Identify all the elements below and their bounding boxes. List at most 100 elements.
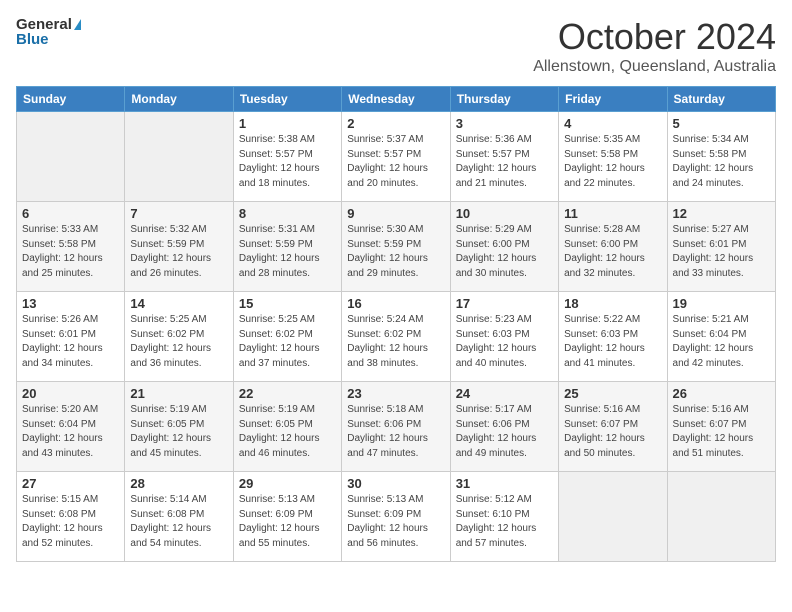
calendar-cell: 8 Sunrise: 5:31 AM Sunset: 5:59 PM Daylig… (233, 202, 341, 292)
calendar-cell: 2 Sunrise: 5:37 AM Sunset: 5:57 PM Daylig… (342, 112, 450, 202)
calendar-cell (125, 112, 233, 202)
day-info: Sunrise: 5:25 AM Sunset: 6:02 PM Dayligh… (239, 313, 336, 371)
calendar-cell: 13 Sunrise: 5:26 AM Sunset: 6:01 PM Dayli… (17, 292, 125, 382)
calendar-cell: 27Sunrise: 5:15 AM Sunset: 6:08 PM Dayli… (17, 472, 125, 562)
calendar-cell: 30Sunrise: 5:13 AM Sunset: 6:09 PM Dayli… (342, 472, 450, 562)
calendar-cell: 9 Sunrise: 5:30 AM Sunset: 5:59 PM Daylig… (342, 202, 450, 292)
day-info: Sunrise: 5:28 AM Sunset: 6:00 PM Dayligh… (564, 223, 661, 281)
day-info: Sunrise: 5:16 AM Sunset: 6:07 PM Dayligh… (673, 403, 770, 461)
day-number: 5 (673, 116, 770, 131)
day-number: 15 (239, 296, 336, 311)
day-number: 24 (456, 386, 553, 401)
day-number: 25 (564, 386, 661, 401)
day-number: 17 (456, 296, 553, 311)
calendar-cell: 22 Sunrise: 5:19 AM Sunset: 6:05 PM Dayli… (233, 382, 341, 472)
day-number: 19 (673, 296, 770, 311)
day-number: 12 (673, 206, 770, 221)
day-info: Sunrise: 5:20 AM Sunset: 6:04 PM Dayligh… (22, 403, 119, 461)
day-number: 28 (130, 476, 227, 491)
logo: General Blue (16, 16, 81, 48)
month-title: October 2024 (533, 16, 776, 58)
calendar-cell: 4 Sunrise: 5:35 AM Sunset: 5:58 PM Daylig… (559, 112, 667, 202)
calendar-cell: 5 Sunrise: 5:34 AM Sunset: 5:58 PM Daylig… (667, 112, 775, 202)
day-info: Sunrise: 5:38 AM Sunset: 5:57 PM Dayligh… (239, 133, 336, 191)
day-number: 21 (130, 386, 227, 401)
day-info: Sunrise: 5:25 AM Sunset: 6:02 PM Dayligh… (130, 313, 227, 371)
day-info: Sunrise: 5:37 AM Sunset: 5:57 PM Dayligh… (347, 133, 444, 191)
calendar-cell: 17 Sunrise: 5:23 AM Sunset: 6:03 PM Dayli… (450, 292, 558, 382)
header-friday: Friday (559, 87, 667, 112)
day-info: Sunrise: 5:24 AM Sunset: 6:02 PM Dayligh… (347, 313, 444, 371)
calendar-cell: 12 Sunrise: 5:27 AM Sunset: 6:01 PM Dayli… (667, 202, 775, 292)
calendar-cell: 7Sunrise: 5:32 AM Sunset: 5:59 PM Daylig… (125, 202, 233, 292)
day-number: 14 (130, 296, 227, 311)
header-thursday: Thursday (450, 87, 558, 112)
calendar-cell: 24 Sunrise: 5:17 AM Sunset: 6:06 PM Dayli… (450, 382, 558, 472)
calendar-header-row: SundayMondayTuesdayWednesdayThursdayFrid… (17, 87, 776, 112)
day-info: Sunrise: 5:13 AM Sunset: 6:09 PM Dayligh… (239, 493, 336, 551)
day-info: Sunrise: 5:17 AM Sunset: 6:06 PM Dayligh… (456, 403, 553, 461)
calendar-cell (559, 472, 667, 562)
day-number: 2 (347, 116, 444, 131)
day-info: Sunrise: 5:14 AM Sunset: 6:08 PM Dayligh… (130, 493, 227, 551)
day-number: 26 (673, 386, 770, 401)
day-number: 22 (239, 386, 336, 401)
page-header: General Blue October 2024 Allenstown, Qu… (16, 16, 776, 76)
day-info: Sunrise: 5:29 AM Sunset: 6:00 PM Dayligh… (456, 223, 553, 281)
calendar-week-3: 13 Sunrise: 5:26 AM Sunset: 6:01 PM Dayli… (17, 292, 776, 382)
day-number: 1 (239, 116, 336, 131)
day-number: 30 (347, 476, 444, 491)
day-info: Sunrise: 5:19 AM Sunset: 6:05 PM Dayligh… (130, 403, 227, 461)
day-info: Sunrise: 5:23 AM Sunset: 6:03 PM Dayligh… (456, 313, 553, 371)
calendar-cell: 11 Sunrise: 5:28 AM Sunset: 6:00 PM Dayli… (559, 202, 667, 292)
calendar-cell (667, 472, 775, 562)
logo-arrow-icon (74, 19, 81, 30)
calendar-cell: 31Sunrise: 5:12 AM Sunset: 6:10 PM Dayli… (450, 472, 558, 562)
calendar-cell: 14 Sunrise: 5:25 AM Sunset: 6:02 PM Dayli… (125, 292, 233, 382)
day-info: Sunrise: 5:31 AM Sunset: 5:59 PM Dayligh… (239, 223, 336, 281)
day-info: Sunrise: 5:19 AM Sunset: 6:05 PM Dayligh… (239, 403, 336, 461)
day-number: 27 (22, 476, 119, 491)
day-number: 29 (239, 476, 336, 491)
calendar-cell: 25Sunrise: 5:16 AM Sunset: 6:07 PM Dayli… (559, 382, 667, 472)
calendar-cell: 23Sunrise: 5:18 AM Sunset: 6:06 PM Dayli… (342, 382, 450, 472)
day-number: 23 (347, 386, 444, 401)
calendar-week-4: 20Sunrise: 5:20 AM Sunset: 6:04 PM Dayli… (17, 382, 776, 472)
header-sunday: Sunday (17, 87, 125, 112)
calendar-cell: 6 Sunrise: 5:33 AM Sunset: 5:58 PM Daylig… (17, 202, 125, 292)
day-info: Sunrise: 5:33 AM Sunset: 5:58 PM Dayligh… (22, 223, 119, 281)
day-number: 3 (456, 116, 553, 131)
calendar-cell: 29 Sunrise: 5:13 AM Sunset: 6:09 PM Dayli… (233, 472, 341, 562)
day-number: 10 (456, 206, 553, 221)
day-number: 7 (130, 206, 227, 221)
day-info: Sunrise: 5:30 AM Sunset: 5:59 PM Dayligh… (347, 223, 444, 281)
day-info: Sunrise: 5:26 AM Sunset: 6:01 PM Dayligh… (22, 313, 119, 371)
day-number: 9 (347, 206, 444, 221)
calendar-table: SundayMondayTuesdayWednesdayThursdayFrid… (16, 86, 776, 562)
day-info: Sunrise: 5:21 AM Sunset: 6:04 PM Dayligh… (673, 313, 770, 371)
day-info: Sunrise: 5:27 AM Sunset: 6:01 PM Dayligh… (673, 223, 770, 281)
header-saturday: Saturday (667, 87, 775, 112)
header-monday: Monday (125, 87, 233, 112)
calendar-cell: 15 Sunrise: 5:25 AM Sunset: 6:02 PM Dayli… (233, 292, 341, 382)
calendar-cell: 19 Sunrise: 5:21 AM Sunset: 6:04 PM Dayli… (667, 292, 775, 382)
day-number: 11 (564, 206, 661, 221)
calendar-cell: 20Sunrise: 5:20 AM Sunset: 6:04 PM Dayli… (17, 382, 125, 472)
day-info: Sunrise: 5:35 AM Sunset: 5:58 PM Dayligh… (564, 133, 661, 191)
calendar-week-2: 6 Sunrise: 5:33 AM Sunset: 5:58 PM Daylig… (17, 202, 776, 292)
day-number: 13 (22, 296, 119, 311)
day-number: 4 (564, 116, 661, 131)
logo-blue: Blue (16, 31, 81, 48)
day-info: Sunrise: 5:34 AM Sunset: 5:58 PM Dayligh… (673, 133, 770, 191)
day-info: Sunrise: 5:36 AM Sunset: 5:57 PM Dayligh… (456, 133, 553, 191)
day-number: 16 (347, 296, 444, 311)
calendar-cell: 26 Sunrise: 5:16 AM Sunset: 6:07 PM Dayli… (667, 382, 775, 472)
title-section: October 2024 Allenstown, Queensland, Aus… (533, 16, 776, 76)
calendar-cell: 18Sunrise: 5:22 AM Sunset: 6:03 PM Dayli… (559, 292, 667, 382)
calendar-cell: 1 Sunrise: 5:38 AM Sunset: 5:57 PM Daylig… (233, 112, 341, 202)
calendar-cell: 10 Sunrise: 5:29 AM Sunset: 6:00 PM Dayli… (450, 202, 558, 292)
calendar-cell: 16 Sunrise: 5:24 AM Sunset: 6:02 PM Dayli… (342, 292, 450, 382)
calendar-cell: 3 Sunrise: 5:36 AM Sunset: 5:57 PM Daylig… (450, 112, 558, 202)
day-number: 6 (22, 206, 119, 221)
day-number: 8 (239, 206, 336, 221)
